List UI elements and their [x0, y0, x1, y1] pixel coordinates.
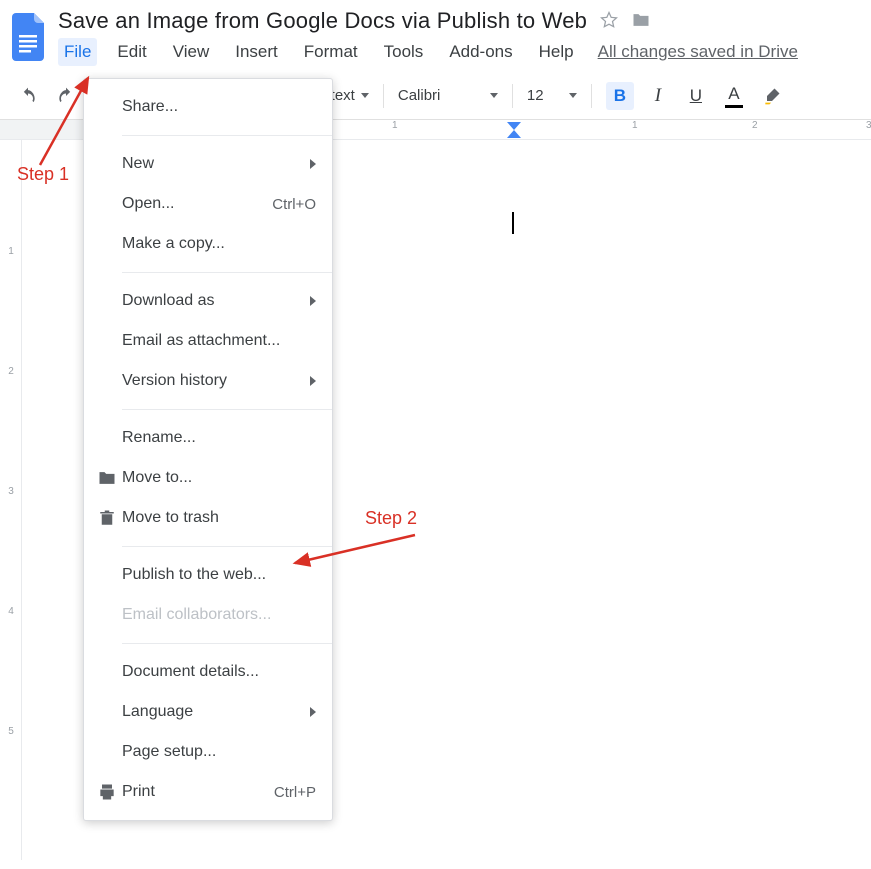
save-status[interactable]: All changes saved in Drive: [598, 42, 798, 62]
menu-help[interactable]: Help: [533, 38, 580, 66]
font-label: Calibri: [398, 87, 441, 104]
text-color-button[interactable]: A: [720, 82, 748, 110]
redo-button[interactable]: [52, 82, 80, 110]
menu-rename[interactable]: Rename...: [84, 418, 332, 458]
menu-document-details[interactable]: Document details...: [84, 652, 332, 692]
highlight-button[interactable]: [758, 82, 786, 110]
menu-download-as[interactable]: Download as: [84, 281, 332, 321]
folder-icon[interactable]: [631, 10, 651, 33]
fontsize-dropdown[interactable]: 12: [527, 87, 577, 104]
print-icon: [94, 782, 120, 802]
undo-button[interactable]: [14, 82, 42, 110]
vertical-ruler[interactable]: 1 2 3 4 5: [0, 140, 22, 860]
menu-language[interactable]: Language: [84, 692, 332, 732]
menu-publish-to-web[interactable]: Publish to the web...: [84, 555, 332, 595]
chevron-down-icon: [490, 93, 498, 98]
italic-button[interactable]: I: [644, 82, 672, 110]
menubar: File Edit View Insert Format Tools Add-o…: [58, 38, 798, 66]
menu-insert[interactable]: Insert: [229, 38, 284, 66]
docs-logo-icon: [12, 13, 48, 61]
menu-make-copy[interactable]: Make a copy...: [84, 224, 332, 264]
star-icon[interactable]: [599, 10, 619, 33]
fontsize-label: 12: [527, 87, 544, 104]
menu-email-collaborators: Email collaborators...: [84, 595, 332, 635]
chevron-down-icon: [569, 93, 577, 98]
file-menu-dropdown: Share... New Open...Ctrl+O Make a copy..…: [83, 78, 333, 821]
underline-button[interactable]: U: [682, 82, 710, 110]
menu-open[interactable]: Open...Ctrl+O: [84, 184, 332, 224]
header: Save an Image from Google Docs via Publi…: [0, 0, 871, 66]
menu-move-to-trash[interactable]: Move to trash: [84, 498, 332, 538]
menu-addons[interactable]: Add-ons: [443, 38, 518, 66]
bold-button[interactable]: B: [606, 82, 634, 110]
menu-file[interactable]: File: [58, 38, 97, 66]
menu-tools[interactable]: Tools: [378, 38, 430, 66]
menu-version-history[interactable]: Version history: [84, 361, 332, 401]
folder-icon: [94, 468, 120, 488]
menu-share[interactable]: Share...: [84, 87, 332, 127]
menu-move-to[interactable]: Move to...: [84, 458, 332, 498]
menu-new[interactable]: New: [84, 144, 332, 184]
menu-format[interactable]: Format: [298, 38, 364, 66]
submenu-arrow-icon: [310, 296, 316, 306]
indent-marker-icon[interactable]: [507, 122, 521, 141]
submenu-arrow-icon: [310, 707, 316, 717]
text-color-bar: [725, 105, 743, 108]
submenu-arrow-icon: [310, 376, 316, 386]
trash-icon: [94, 508, 120, 528]
font-dropdown[interactable]: Calibri: [398, 87, 498, 104]
menu-email-attachment[interactable]: Email as attachment...: [84, 321, 332, 361]
text-color-label: A: [728, 84, 739, 104]
document-title[interactable]: Save an Image from Google Docs via Publi…: [58, 8, 587, 34]
chevron-down-icon: [361, 93, 369, 98]
menu-view[interactable]: View: [167, 38, 216, 66]
menu-edit[interactable]: Edit: [111, 38, 152, 66]
menu-print[interactable]: PrintCtrl+P: [84, 772, 332, 812]
menu-page-setup[interactable]: Page setup...: [84, 732, 332, 772]
submenu-arrow-icon: [310, 159, 316, 169]
text-cursor: [512, 212, 514, 234]
